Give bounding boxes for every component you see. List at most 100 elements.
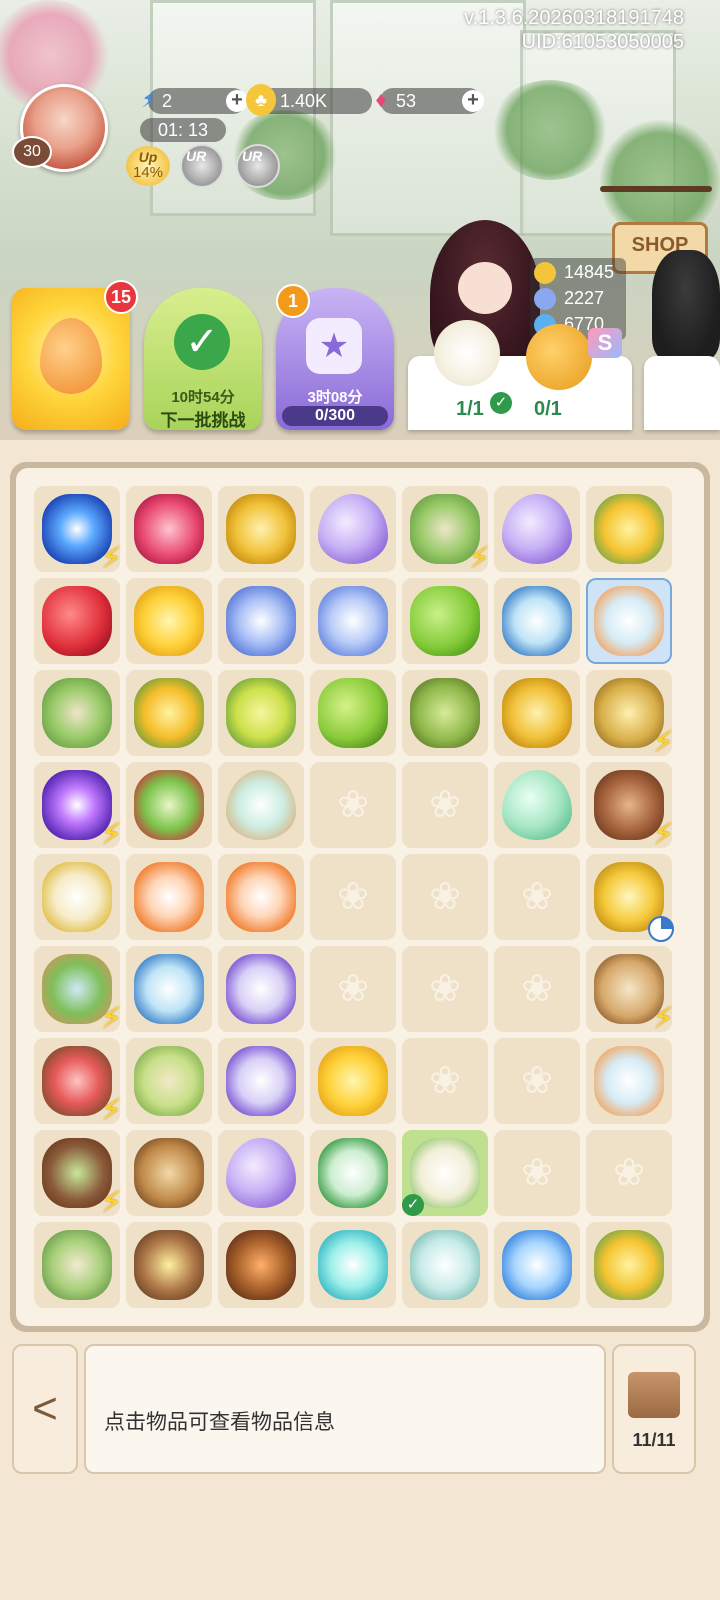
board-cell[interactable]: ⚡ [402,486,490,575]
energy-counter[interactable]: ⚡ 2 + [141,87,248,114]
add-gem-button[interactable]: + [462,90,484,112]
empty-cell[interactable] [402,946,488,1032]
lightning-icon: ⚡ [100,1094,122,1127]
glass-dome-green-icon [318,1138,388,1208]
star-bottle-icon: ★ [306,318,362,374]
drops-vase-icon [226,770,296,840]
board-cell[interactable] [494,762,580,848]
add-energy-button[interactable]: + [226,90,248,112]
empty-cell[interactable] [402,1038,488,1124]
board-cell[interactable] [310,486,396,572]
gold-coins-icon [502,678,572,748]
board-cell[interactable] [586,486,672,572]
board-cell[interactable] [218,1038,304,1124]
empty-cell[interactable] [310,854,396,940]
bottle-card[interactable]: ★ 1 3时08分 0/300 [276,284,394,430]
board-cell[interactable] [34,854,120,940]
board-cell[interactable]: ⚡ [34,486,122,575]
water-lily-icon [434,320,500,386]
board-cell[interactable] [402,1222,488,1308]
board-cell[interactable] [310,578,396,664]
board-cell[interactable] [310,1038,396,1124]
green-grapes-icon [410,678,480,748]
board-cell[interactable] [586,854,674,942]
board-cell[interactable] [218,1222,304,1308]
empty-cell[interactable] [310,946,396,1032]
board-cell[interactable]: ⚡ [34,762,122,851]
board-cell[interactable] [126,854,212,940]
board-cell[interactable] [126,578,212,664]
customer-order[interactable] [644,356,720,430]
empty-cell[interactable] [402,854,488,940]
board-cell[interactable]: ⚡ [34,1130,122,1219]
board-cell[interactable]: ⚡ [586,762,674,851]
item-info-panel: 点击物品可查看物品信息 [84,1344,606,1474]
board-cell[interactable]: ⚡ [586,946,674,1035]
empty-cell[interactable] [494,946,580,1032]
board-cell[interactable] [126,1130,212,1216]
board-cell[interactable] [310,670,396,756]
board-cell[interactable] [586,1038,672,1124]
storage-box-button[interactable]: 11/11 [612,1344,696,1474]
customer-order[interactable]: 1/1 ✓ 0/1 S [408,320,632,430]
board-cell[interactable] [218,762,304,848]
empty-cell[interactable] [494,1130,580,1216]
board-cell[interactable] [218,486,304,572]
board-cell[interactable] [586,1222,672,1308]
order-count: 1/1 [456,398,484,420]
yellow-orchid-icon [594,494,664,564]
order-done-icon: ✓ [490,392,512,414]
box-icon [628,1372,680,1418]
version-info: v.1.3.6.20260318191748 UID:61053050005 [464,6,684,54]
board-cell[interactable]: ⚡ [586,670,674,759]
ur-badge[interactable]: UR [180,144,224,188]
board-cell[interactable] [310,1130,396,1216]
crystal-bolts-icon [226,586,296,656]
empty-cell[interactable] [494,854,580,940]
board-cell[interactable] [218,854,304,940]
board-cell[interactable]: ✓ [402,1130,488,1216]
drop-card[interactable]: 15 [12,280,138,430]
board-cell[interactable]: ⚡ [34,946,122,1035]
back-button[interactable]: < [12,1344,78,1474]
board-cell[interactable] [586,578,672,664]
check-icon: ✓ [174,314,230,370]
daily-challenge-card[interactable]: ✓ 10时54分 下一批挑战 [144,288,262,430]
up-boost-badge[interactable]: Up 14% [126,146,170,186]
board-cell[interactable] [218,946,304,1032]
board-cell[interactable] [126,762,212,848]
empty-cell[interactable] [494,1038,580,1124]
lightning-icon: ⚡ [652,818,674,851]
board-cell[interactable] [494,670,580,756]
board-cell[interactable] [126,1222,212,1308]
board-cell[interactable] [126,946,212,1032]
empty-cell[interactable] [310,762,396,848]
board-cell[interactable] [218,578,304,664]
board-cell[interactable] [126,1038,212,1124]
board-cell[interactable]: ⚡ [34,1038,122,1127]
board-cell[interactable] [126,486,212,572]
glass-vase-icon [410,1230,480,1300]
cyan-shards-icon [318,1230,388,1300]
gem-counter[interactable]: ♦ 53 + [375,87,484,114]
board-cell[interactable] [126,670,212,756]
ur-badge[interactable]: UR [236,144,280,188]
coin-counter[interactable]: ♣ 1.40K [246,84,372,116]
bottle-badge: 1 [276,284,310,318]
board-cell[interactable] [494,578,580,664]
glass-dome-blue-icon [502,586,572,656]
board-cell[interactable] [218,1130,304,1216]
board-cell[interactable] [402,578,488,664]
purple-drop-icon [502,494,572,564]
board-cell[interactable] [218,670,304,756]
empty-cell[interactable] [402,762,488,848]
empty-cell[interactable] [586,1130,672,1216]
board-cell[interactable] [34,578,120,664]
board-cell[interactable] [310,1222,396,1308]
board-cell[interactable] [402,670,488,756]
customer-boy[interactable] [652,250,720,360]
board-cell[interactable] [494,486,580,572]
board-cell[interactable] [34,1222,120,1308]
board-cell[interactable] [494,1222,580,1308]
board-cell[interactable] [34,670,120,756]
